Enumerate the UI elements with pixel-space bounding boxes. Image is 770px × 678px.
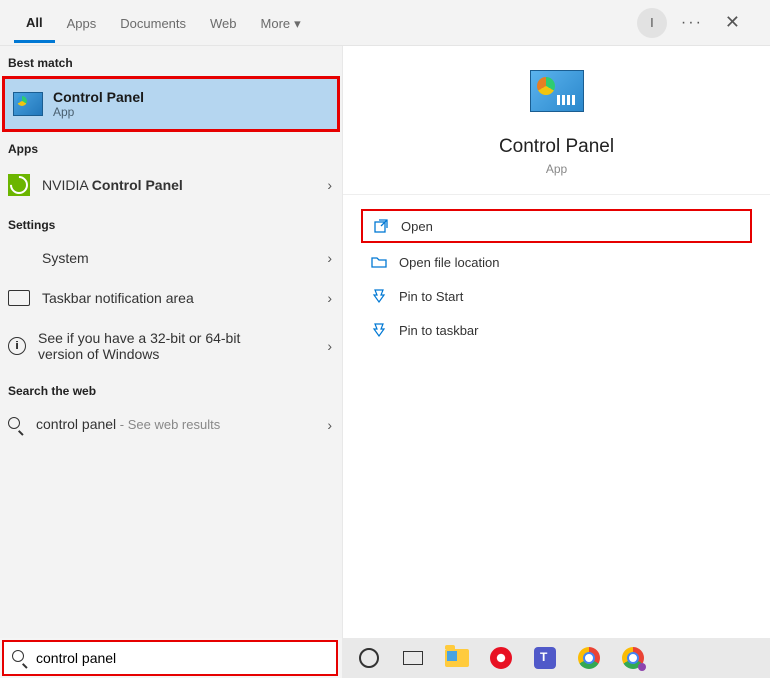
control-panel-icon bbox=[13, 92, 43, 116]
open-icon bbox=[373, 218, 389, 234]
tab-all[interactable]: All bbox=[14, 3, 55, 43]
section-search-web: Search the web bbox=[0, 374, 342, 404]
results-panel: Best match Control Panel App Apps NVIDIA… bbox=[0, 46, 342, 638]
chrome-alt-icon[interactable] bbox=[620, 645, 646, 671]
action-open-label: Open bbox=[401, 219, 433, 234]
tab-apps[interactable]: Apps bbox=[55, 4, 109, 41]
result-system[interactable]: System › bbox=[0, 238, 342, 278]
web-suffix: - See web results bbox=[116, 417, 220, 432]
folder-icon bbox=[371, 254, 387, 270]
chrome-icon[interactable] bbox=[576, 645, 602, 671]
bits-label: See if you have a 32-bit or 64-bit versi… bbox=[38, 330, 278, 362]
tab-more[interactable]: More ▾ bbox=[249, 4, 313, 42]
monitor-icon bbox=[8, 290, 30, 306]
action-pin-start[interactable]: Pin to Start bbox=[361, 281, 752, 311]
result-nvidia-control-panel[interactable]: NVIDIA Control Panel › bbox=[0, 162, 342, 208]
nvidia-bold: Control Panel bbox=[92, 177, 183, 193]
result-taskbar-notification[interactable]: Taskbar notification area › bbox=[0, 278, 342, 318]
user-avatar[interactable]: I bbox=[637, 8, 667, 38]
detail-title: Control Panel bbox=[499, 136, 614, 158]
detail-panel: Control Panel App Open Open file locatio… bbox=[342, 46, 770, 638]
chevron-right-icon: › bbox=[327, 417, 332, 433]
action-pin-start-label: Pin to Start bbox=[399, 289, 463, 304]
chevron-right-icon: › bbox=[327, 290, 332, 306]
section-best-match: Best match bbox=[0, 46, 342, 76]
nvidia-prefix: NVIDIA bbox=[42, 177, 92, 193]
chevron-right-icon: › bbox=[327, 250, 332, 266]
search-icon bbox=[12, 650, 28, 666]
teams-icon[interactable] bbox=[532, 645, 558, 671]
chevron-right-icon: › bbox=[327, 338, 332, 354]
chevron-right-icon: › bbox=[327, 177, 332, 193]
opera-icon[interactable] bbox=[488, 645, 514, 671]
search-bar[interactable] bbox=[2, 640, 338, 676]
info-icon: i bbox=[8, 337, 26, 355]
tab-more-label: More bbox=[261, 16, 291, 31]
action-open-file-location[interactable]: Open file location bbox=[361, 247, 752, 277]
search-input[interactable] bbox=[36, 650, 328, 666]
control-panel-icon bbox=[530, 70, 584, 112]
search-tabs: All Apps Documents Web More ▾ I ··· ✕ bbox=[0, 0, 770, 46]
chevron-down-icon: ▾ bbox=[294, 16, 301, 32]
close-button[interactable]: ✕ bbox=[717, 8, 748, 37]
tab-documents[interactable]: Documents bbox=[108, 4, 198, 41]
action-file-location-label: Open file location bbox=[399, 255, 499, 270]
section-apps: Apps bbox=[0, 132, 342, 162]
action-pin-taskbar-label: Pin to taskbar bbox=[399, 323, 479, 338]
section-settings: Settings bbox=[0, 208, 342, 238]
best-match-title: Control Panel bbox=[53, 89, 144, 105]
taskbar-label: Taskbar notification area bbox=[42, 290, 194, 306]
result-web-search[interactable]: control panel - See web results › bbox=[0, 404, 342, 446]
search-icon bbox=[8, 417, 24, 433]
web-query: control panel bbox=[36, 416, 116, 432]
best-match-subtitle: App bbox=[53, 105, 144, 119]
action-open[interactable]: Open bbox=[361, 209, 752, 243]
action-pin-taskbar[interactable]: Pin to taskbar bbox=[361, 315, 752, 345]
detail-subtitle: App bbox=[546, 162, 567, 176]
more-options-icon[interactable]: ··· bbox=[681, 14, 703, 32]
system-label: System bbox=[42, 250, 89, 266]
pin-icon bbox=[371, 288, 387, 304]
pin-icon bbox=[371, 322, 387, 338]
cortana-icon[interactable] bbox=[356, 645, 382, 671]
task-view-icon[interactable] bbox=[400, 645, 426, 671]
best-match-control-panel[interactable]: Control Panel App bbox=[2, 76, 340, 132]
result-32-64-bit[interactable]: i See if you have a 32-bit or 64-bit ver… bbox=[0, 318, 342, 374]
taskbar bbox=[342, 638, 770, 678]
file-explorer-icon[interactable] bbox=[444, 645, 470, 671]
tab-web[interactable]: Web bbox=[198, 4, 249, 41]
nvidia-icon bbox=[8, 174, 30, 196]
